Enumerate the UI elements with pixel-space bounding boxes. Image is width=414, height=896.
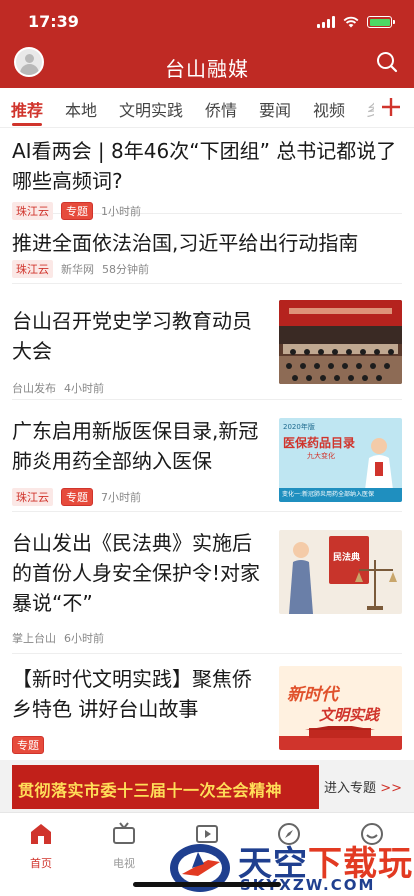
thumb-headline: 新时代 [287, 685, 338, 705]
news-title: 推进全面依法治国,习近平给出行动指南 [12, 231, 359, 255]
tab-local[interactable]: 本地 [65, 97, 97, 121]
tabbar-label: 电视 [113, 857, 135, 870]
news-time: 58分钟前 [102, 263, 149, 276]
source-tag: 珠江云 [12, 260, 53, 278]
topic-banner-row: 贯彻落实市委十三届十一次全会精神 进入专题 >> [0, 760, 414, 812]
news-item[interactable]: 【新时代文明实践】聚焦侨乡特色 讲好台山故事 专题 新时代 文明实践 [12, 654, 402, 760]
news-source: 掌上台山 [12, 632, 56, 645]
news-item[interactable]: AI看两会 | 8年46次“下团组” 总书记都说了哪些高频词? 珠江云 专题 1… [12, 128, 402, 220]
news-title: 广东启用新版医保目录,新冠肺炎用药全部纳入医保 [12, 419, 259, 473]
news-item[interactable]: 台山召开党史学习教育动员大会 台山发布 4小时前 [12, 284, 402, 400]
app-header: 17:39 台山融媒 [0, 0, 414, 88]
news-thumbnail: 2020年版 医保药品目录 九大变化 变化一:新冠肺炎用药全部纳入医保 [279, 418, 402, 502]
thumb-subtitle: 文明实践 [319, 706, 380, 724]
double-chevron-icon: >> [380, 781, 402, 796]
news-meta: 珠江云 新华网 58分钟前 [12, 260, 402, 278]
nav-row: 台山融媒 [0, 44, 414, 88]
tiananmen-illustration [279, 726, 402, 750]
news-thumbnail: 新时代 文明实践 [279, 666, 402, 750]
meeting-photo [279, 300, 402, 384]
news-thumbnail: 民法典 [279, 530, 402, 614]
signal-icon [317, 16, 335, 28]
news-source: 台山发布 [12, 382, 56, 395]
tab-overseas[interactable]: 侨情 [205, 97, 237, 121]
news-time: 4小时前 [64, 382, 104, 395]
status-bar: 17:39 [0, 0, 414, 44]
source-tag: 珠江云 [12, 488, 53, 506]
tab-civilization[interactable]: 文明实践 [119, 97, 183, 121]
thumb-year: 2020年版 [283, 423, 315, 431]
news-time: 6小时前 [64, 632, 104, 645]
news-item[interactable]: 推进全面依法治国,习近平给出行动指南 珠江云 新华网 58分钟前 [12, 214, 402, 284]
news-time: 7小时前 [101, 491, 141, 504]
home-indicator [133, 882, 281, 887]
tabbar-home[interactable]: 首页 [11, 821, 71, 871]
site-watermark: 天空下载玩 SKYXZW.COM [168, 836, 414, 896]
thumb-headline: 医保药品目录 [283, 436, 356, 450]
doctor-illustration [365, 438, 393, 490]
search-icon[interactable] [374, 49, 400, 75]
news-title: 台山召开党史学习教育动员大会 [12, 309, 252, 363]
status-time: 17:39 [28, 12, 79, 31]
tv-icon [113, 822, 135, 844]
scales-illustration [289, 542, 397, 614]
home-icon [31, 824, 51, 844]
wifi-icon [343, 16, 359, 28]
news-title: AI看两会 | 8年46次“下团组” 总书记都说了哪些高频词? [12, 139, 397, 193]
channel-tabs: 推荐 本地 文明实践 侨情 要闻 视频 乡 [0, 88, 414, 128]
battery-icon [367, 16, 395, 28]
tabbar-tv[interactable]: 电视 [94, 821, 154, 871]
tab-video[interactable]: 视频 [313, 97, 345, 121]
tabbar-label: 首页 [30, 857, 52, 870]
news-meta: 掌上台山 6小时前 [12, 630, 402, 646]
topic-banner[interactable]: 贯彻落实市委十三届十一次全会精神 [12, 765, 319, 809]
banner-title: 贯彻落实市委十三届十一次全会精神 [18, 781, 283, 800]
news-thumbnail [279, 300, 402, 384]
tab-partial[interactable]: 乡 [366, 97, 374, 121]
thumb-subtitle: 九大变化 [307, 452, 335, 460]
app-title: 台山融媒 [165, 57, 249, 81]
status-indicators [317, 14, 395, 30]
news-item[interactable]: 台山发出《民法典》实施后的首份人身安全保护令!对家暴说“不” 掌上台山 6小时前… [12, 512, 402, 654]
tab-recommend[interactable]: 推荐 [11, 97, 43, 121]
tab-headlines[interactable]: 要闻 [259, 97, 291, 121]
topic-tag: 专题 [61, 488, 93, 506]
thumb-caption: 变化一:新冠肺炎用药全部纳入医保 [279, 488, 402, 502]
news-source: 新华网 [61, 263, 94, 276]
news-title: 【新时代文明实践】聚焦侨乡特色 讲好台山故事 [12, 667, 252, 721]
add-channel-icon[interactable] [378, 94, 404, 120]
active-tab-underline [12, 123, 42, 126]
enter-topic-link[interactable]: 进入专题 >> [324, 777, 402, 796]
news-title: 台山发出《民法典》实施后的首份人身安全保护令!对家暴说“不” [12, 531, 261, 615]
topic-tag: 专题 [12, 736, 44, 754]
news-item[interactable]: 广东启用新版医保目录,新冠肺炎用药全部纳入医保 珠江云 专题 7小时前 2020… [12, 400, 402, 512]
enter-topic-label: 进入专题 [324, 781, 377, 796]
